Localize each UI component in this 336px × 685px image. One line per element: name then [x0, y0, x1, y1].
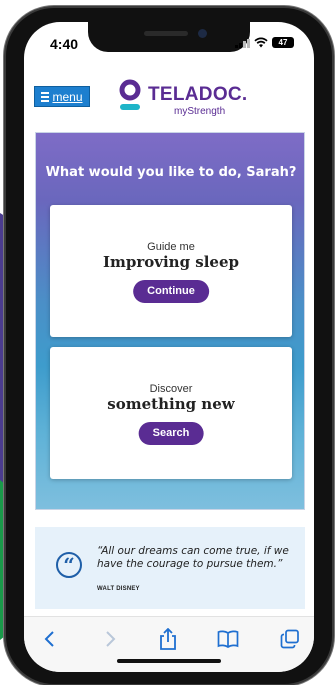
card-title: Improving sleep: [102, 253, 240, 271]
discover-card[interactable]: Discover something new Search: [50, 347, 292, 479]
quote-author: WALT DISNEY: [97, 586, 140, 592]
quote-text: “All our dreams can come true, if we hav…: [97, 545, 289, 570]
forward-icon[interactable]: [98, 627, 122, 651]
search-button[interactable]: Search: [138, 422, 204, 445]
continue-button[interactable]: Continue: [133, 280, 209, 303]
front-camera: [198, 29, 207, 38]
phone-screen: 4:40 47 menu TELADOC. myStrength What wo…: [24, 22, 314, 672]
bookmarks-icon[interactable]: [216, 627, 240, 651]
home-indicator[interactable]: [117, 659, 221, 663]
quote-marks-icon: “: [56, 552, 82, 578]
tabs-icon[interactable]: [278, 627, 302, 651]
cellular-signal-icon: [235, 38, 250, 48]
guide-me-card[interactable]: Guide me Improving sleep Continue: [50, 205, 292, 337]
card-title: something new: [107, 395, 235, 413]
phone-notch: [88, 22, 250, 52]
site-header: menu TELADOC. myStrength: [24, 66, 314, 122]
hamburger-icon: [41, 91, 50, 102]
card-eyebrow: Discover: [149, 383, 193, 395]
menu-label: menu: [52, 89, 83, 104]
menu-button[interactable]: menu: [34, 86, 90, 107]
status-icons: 47: [235, 37, 294, 48]
speaker-grille: [144, 31, 188, 36]
back-icon[interactable]: [38, 627, 62, 651]
wifi-icon: [254, 37, 268, 48]
quote-panel: “ “All our dreams can come true, if we h…: [35, 527, 305, 609]
teladoc-logo-mark-icon: [119, 79, 141, 110]
hero-section: What would you like to do, Sarah? Guide …: [35, 132, 305, 510]
teladoc-logo[interactable]: TELADOC. myStrength: [118, 78, 248, 122]
screenshot-stage: 4:40 47 menu TELADOC. myStrength What wo…: [0, 0, 336, 685]
browser-toolbar: [24, 616, 314, 672]
hero-title: What would you like to do, Sarah?: [45, 165, 297, 180]
brand-subtitle: myStrength: [174, 106, 226, 117]
phone-frame: 4:40 47 menu TELADOC. myStrength What wo…: [6, 8, 332, 684]
battery-icon: 47: [272, 37, 294, 48]
share-icon[interactable]: [156, 627, 180, 651]
brand-name: TELADOC.: [148, 84, 248, 105]
card-eyebrow: Guide me: [147, 241, 195, 253]
status-time: 4:40: [50, 36, 79, 52]
